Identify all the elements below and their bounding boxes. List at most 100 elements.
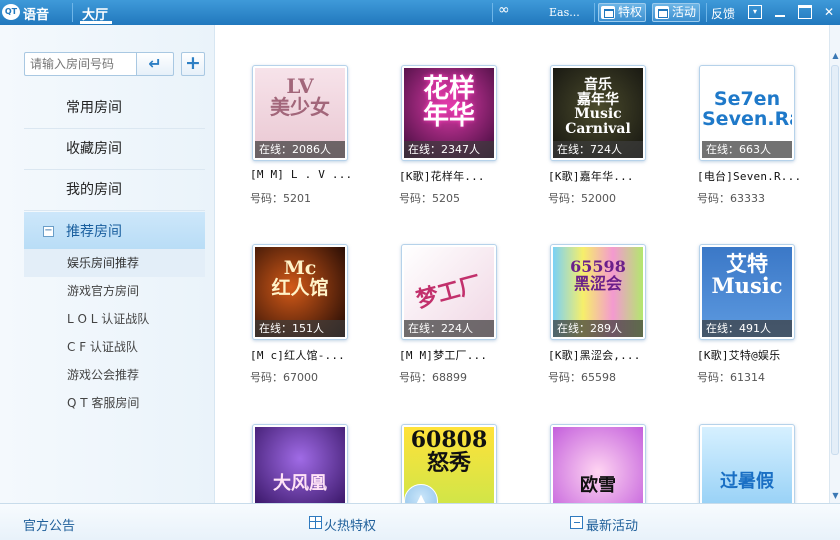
cover-text: 大风凰 bbox=[273, 473, 327, 494]
scroll-down-icon[interactable]: ▼ bbox=[831, 491, 840, 501]
sidebar-subitem-lol-teams[interactable]: L O L 认证战队 bbox=[24, 305, 205, 333]
divider bbox=[706, 3, 707, 22]
scroll-up-icon[interactable]: ▲ bbox=[831, 51, 840, 61]
room-card[interactable]: Mc 红人馆 在线：151人 [M c]红人馆-... 号码：67000 bbox=[216, 204, 348, 384]
activity-button[interactable]: 活动 bbox=[652, 3, 701, 22]
room-card[interactable]: 欧雪 bbox=[514, 384, 646, 503]
feedback-link[interactable]: 反馈 bbox=[711, 5, 735, 22]
cover-text: 60808 怒秀 bbox=[410, 427, 488, 477]
add-room-button[interactable]: + bbox=[181, 52, 205, 76]
room-thumbnail[interactable]: Se7en Seven.Radio 在线：663人 bbox=[699, 65, 795, 161]
activity-label: 活动 bbox=[672, 5, 697, 19]
room-name[interactable]: [K歌]花样年... bbox=[399, 168, 529, 184]
room-thumbnail[interactable]: 大风凰 bbox=[252, 424, 348, 503]
vertical-scrollbar[interactable]: ▲ ▼ bbox=[829, 25, 840, 503]
room-card[interactable]: 音乐 嘉年华 Music Carnival 在线：724人 [K歌]嘉年华...… bbox=[514, 25, 646, 205]
room-number-search-input[interactable] bbox=[24, 52, 137, 76]
divider bbox=[594, 3, 595, 22]
room-cover-image: 65598 黑涩会 在线：289人 bbox=[553, 247, 643, 337]
close-button[interactable]: ✕ bbox=[822, 5, 836, 19]
room-cover-image: 梦工厂 在线：224人 bbox=[404, 247, 494, 337]
cover-text: 65598 黑涩会 bbox=[570, 257, 626, 293]
online-count: 在线：491人 bbox=[702, 320, 792, 337]
room-cover-image: 欧雪 bbox=[553, 427, 643, 503]
cover-text: 艾特 Music bbox=[711, 251, 783, 299]
privilege-button[interactable]: 特权 bbox=[598, 3, 647, 22]
tab-hall-indicator bbox=[80, 21, 112, 24]
cover-text: 梦工厂 bbox=[413, 270, 485, 314]
hot-privilege-link[interactable]: 火热特权 bbox=[324, 515, 376, 534]
room-cover-image: 艾特 Music 在线：491人 bbox=[702, 247, 792, 337]
room-card[interactable]: LV 美少女 在线：2086人 [M M] L . V ... 号码：5201 bbox=[216, 25, 352, 205]
sidebar-subitem-entertainment[interactable]: 娱乐房间推荐 bbox=[24, 249, 205, 277]
room-card[interactable]: 花样 年华 在线：2347人 [K歌]花样年... 号码：5205 bbox=[365, 25, 497, 205]
sidebar-item-favorite-rooms[interactable]: 收藏房间 bbox=[24, 129, 205, 170]
sidebar-subitem-cf-teams[interactable]: C F 认证战队 bbox=[24, 333, 205, 361]
room-name[interactable]: [K歌]艾特@娱乐 bbox=[697, 347, 827, 363]
room-cover-image: 音乐 嘉年华 Music Carnival 在线：724人 bbox=[553, 68, 643, 158]
room-thumbnail[interactable]: 花样 年华 在线：2347人 bbox=[401, 65, 497, 161]
voice-label: 语音 bbox=[23, 8, 50, 23]
room-name[interactable]: [电台]Seven.R... bbox=[697, 168, 827, 184]
room-thumbnail[interactable]: Mc 红人馆 在线：151人 bbox=[252, 244, 348, 340]
room-name[interactable]: [K歌]嘉年华... bbox=[548, 168, 678, 184]
room-card[interactable]: 60808 怒秀 bbox=[365, 384, 497, 503]
room-name[interactable]: [M c]红人馆-... bbox=[250, 347, 380, 363]
latest-activity-link[interactable]: 最新活动 bbox=[586, 515, 638, 534]
room-cover-image: Mc 红人馆 在线：151人 bbox=[255, 247, 345, 337]
room-card[interactable]: 过暑假 bbox=[663, 384, 795, 503]
menu-dropdown-icon[interactable]: ▾ bbox=[748, 5, 762, 19]
room-card[interactable]: 梦工厂 在线：224人 [M M]梦工厂... 号码：68899 bbox=[365, 204, 497, 384]
announcement-link[interactable]: 官方公告 bbox=[23, 515, 75, 534]
easy-text[interactable]: Eas... bbox=[549, 6, 580, 19]
sidebar: ↵ + 常用房间 收藏房间 我的房间 − 推荐房间 娱乐房间推荐 游戏官方房间 … bbox=[0, 25, 215, 503]
sidebar-subitem-guilds[interactable]: 游戏公会推荐 bbox=[24, 361, 205, 389]
sidebar-item-recommended-rooms[interactable]: − 推荐房间 bbox=[24, 212, 205, 253]
room-card[interactable]: 大风凰 bbox=[216, 384, 348, 503]
room-name[interactable]: [M M]梦工厂... bbox=[399, 347, 529, 363]
collapse-icon[interactable]: − bbox=[43, 226, 54, 237]
room-card[interactable]: Se7en Seven.Radio 在线：663人 [电台]Seven.R...… bbox=[663, 25, 801, 205]
sidebar-subitem-qt-service[interactable]: Q T 客服房间 bbox=[24, 389, 205, 417]
scrollbar-thumb[interactable] bbox=[831, 65, 839, 455]
room-thumbnail[interactable]: 音乐 嘉年华 Music Carnival 在线：724人 bbox=[550, 65, 646, 161]
room-name[interactable]: [K歌]黑涩会,... bbox=[548, 347, 678, 363]
room-code: 号码：65598 bbox=[548, 371, 616, 384]
bottom-bar: 官方公告 火热特权 最新活动 bbox=[0, 503, 840, 540]
room-code: 号码：67000 bbox=[250, 371, 318, 384]
room-cover-image: LV 美少女 在线：2086人 bbox=[255, 68, 345, 158]
infinity-icon[interactable]: ∞ bbox=[498, 2, 510, 18]
cover-text: LV 美少女 bbox=[270, 74, 330, 119]
room-name[interactable]: [M M] L . V ... bbox=[250, 168, 380, 181]
room-thumbnail[interactable]: 艾特 Music 在线：491人 bbox=[699, 244, 795, 340]
room-thumbnail[interactable]: 65598 黑涩会 在线：289人 bbox=[550, 244, 646, 340]
room-thumbnail[interactable]: LV 美少女 在线：2086人 bbox=[252, 65, 348, 161]
sidebar-subitem-game-official[interactable]: 游戏官方房间 bbox=[24, 277, 205, 305]
online-count: 在线：2347人 bbox=[404, 141, 494, 158]
room-cover-image: 过暑假 bbox=[702, 427, 792, 503]
cover-text: Se7en Seven.Radio bbox=[702, 88, 792, 130]
sidebar-item-frequent-rooms[interactable]: 常用房间 bbox=[24, 88, 205, 129]
privilege-icon bbox=[601, 6, 615, 19]
cover-text: 音乐 嘉年华 Music Carnival bbox=[565, 77, 631, 138]
room-code: 号码：68899 bbox=[399, 371, 467, 384]
room-card[interactable]: 艾特 Music 在线：491人 [K歌]艾特@娱乐 号码：61314 bbox=[663, 204, 795, 384]
online-count: 在线：663人 bbox=[702, 141, 792, 158]
cover-text: 欧雪 bbox=[580, 475, 616, 496]
privilege-label: 特权 bbox=[618, 5, 643, 19]
room-thumbnail[interactable]: 梦工厂 在线：224人 bbox=[401, 244, 497, 340]
cover-text: Mc 红人馆 bbox=[271, 257, 329, 299]
enter-room-button[interactable]: ↵ bbox=[136, 52, 174, 76]
room-card[interactable]: 65598 黑涩会 在线：289人 [K歌]黑涩会,... 号码：65598 bbox=[514, 204, 646, 384]
activity-icon bbox=[655, 6, 669, 19]
room-thumbnail[interactable]: 过暑假 bbox=[699, 424, 795, 503]
maximize-button[interactable] bbox=[798, 5, 812, 19]
online-count: 在线：224人 bbox=[404, 320, 494, 337]
room-thumbnail[interactable]: 欧雪 bbox=[550, 424, 646, 503]
room-cover-image: 大风凰 bbox=[255, 427, 345, 503]
divider bbox=[72, 3, 73, 22]
minimize-button[interactable] bbox=[773, 5, 787, 19]
room-code: 号码：61314 bbox=[697, 371, 765, 384]
sidebar-item-my-rooms[interactable]: 我的房间 bbox=[24, 170, 205, 211]
gift-icon bbox=[309, 516, 322, 529]
